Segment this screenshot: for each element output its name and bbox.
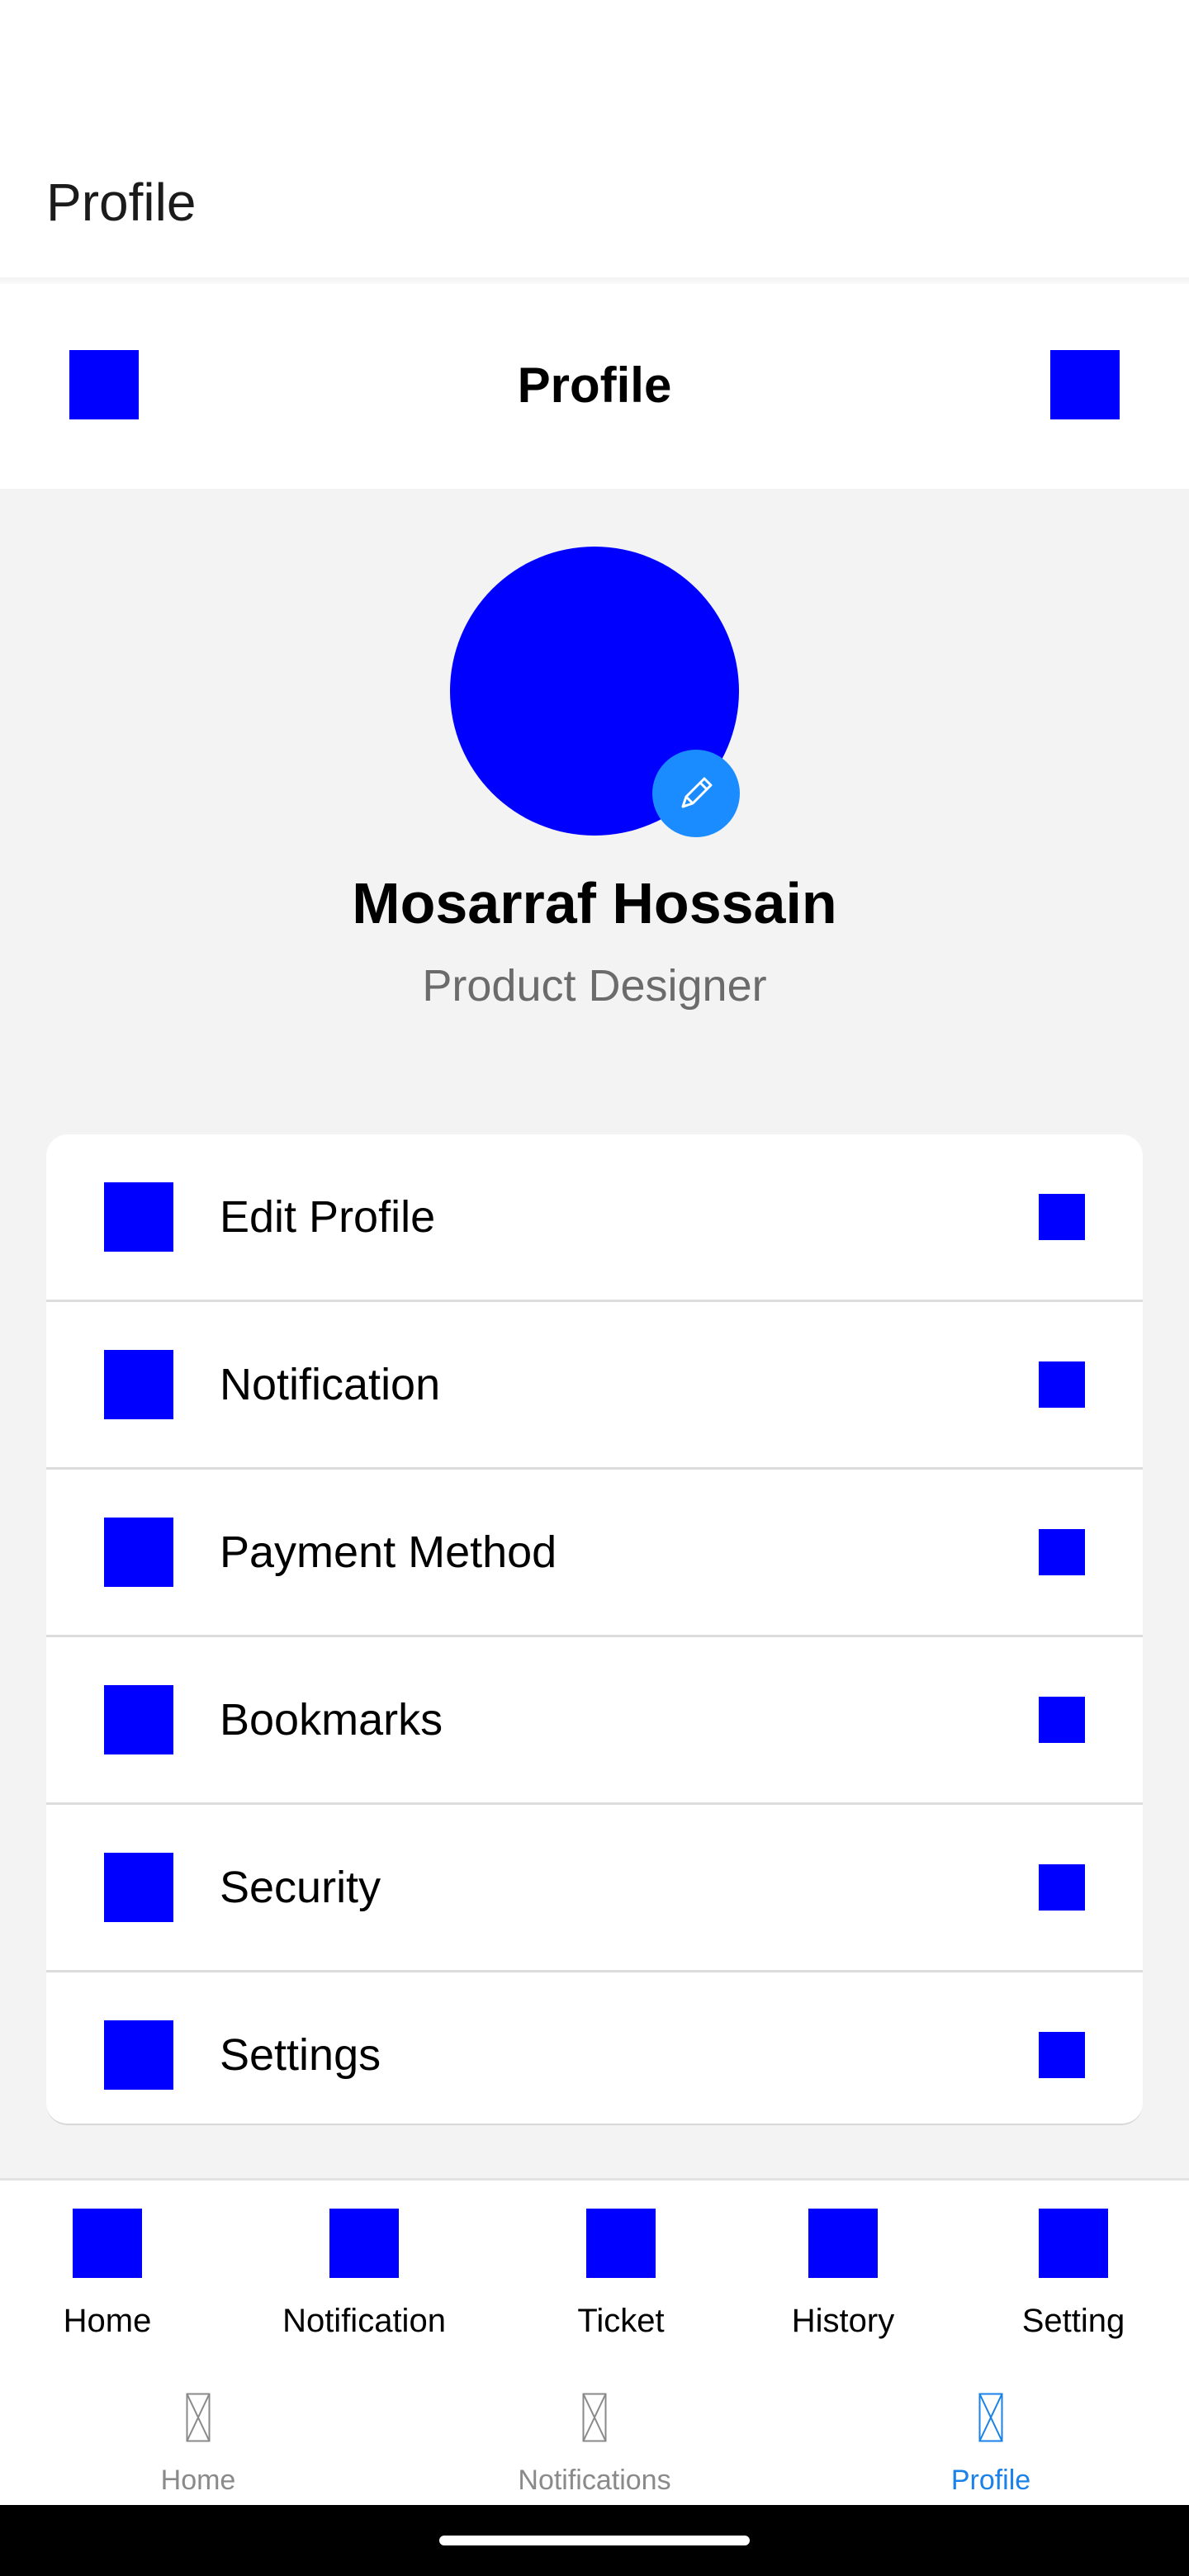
bottom-navigation: Home Notifications Profile: [0, 2366, 1189, 2505]
nav-home[interactable]: Home: [0, 2366, 396, 2505]
home-indicator[interactable]: [439, 2536, 750, 2545]
tab-label: Setting: [1021, 2303, 1125, 2339]
chevron-right-icon: [1039, 1361, 1085, 1408]
tab-notification[interactable]: Notification: [273, 2209, 455, 2357]
profile-name: Mosarraf Hossain: [352, 871, 837, 935]
bell-icon: [329, 2209, 399, 2278]
profile-menu: Edit Profile Notification Payment Method…: [46, 1134, 1143, 2125]
ticket-icon: [586, 2209, 656, 2278]
nav-label: Profile: [950, 2465, 1031, 2496]
app-bar-divider: [0, 277, 1189, 284]
profile-header: Profile: [0, 284, 1189, 489]
card-icon: [104, 1518, 173, 1587]
nav-profile[interactable]: Profile: [793, 2366, 1189, 2505]
tab-label: Home: [63, 2303, 152, 2339]
tab-setting[interactable]: Setting: [983, 2209, 1164, 2357]
menu-item-label: Security: [220, 1863, 381, 1912]
menu-item-label: Edit Profile: [220, 1192, 436, 1242]
menu-item-label: Bookmarks: [220, 1695, 443, 1745]
edit-avatar-button[interactable]: [652, 750, 740, 837]
tab-history[interactable]: History: [752, 2209, 934, 2357]
bottom-tab-bar: Home Notification Ticket History Setting: [0, 2178, 1189, 2369]
tab-home[interactable]: Home: [17, 2209, 198, 2357]
app-bar-title: Profile: [46, 173, 197, 232]
tab-label: Notification: [282, 2303, 446, 2339]
home-icon: [186, 2393, 211, 2442]
menu-item-label: Settings: [220, 2030, 381, 2080]
pencil-icon: [681, 777, 713, 808]
menu-item-label: Payment Method: [220, 1527, 557, 1577]
bell-icon: [104, 1350, 173, 1419]
nav-label: Notifications: [518, 2465, 671, 2496]
tab-ticket[interactable]: Ticket: [530, 2209, 712, 2357]
history-icon: [808, 2209, 878, 2278]
tab-label: Ticket: [577, 2303, 665, 2339]
bookmark-icon: [104, 1685, 173, 1754]
chevron-right-icon: [1039, 2032, 1085, 2078]
menu-item-notification[interactable]: Notification: [46, 1302, 1143, 1470]
bell-icon: [582, 2393, 607, 2442]
profile-content: Mosarraf Hossain Product Designer Edit P…: [0, 489, 1189, 2178]
user-icon: [104, 1182, 173, 1252]
menu-item-bookmarks[interactable]: Bookmarks: [46, 1637, 1143, 1805]
tab-label: History: [791, 2303, 895, 2339]
person-icon: [978, 2393, 1003, 2442]
gear-icon: [1039, 2209, 1108, 2278]
home-icon: [73, 2209, 142, 2278]
chevron-right-icon: [1039, 1529, 1085, 1575]
shield-icon: [104, 1853, 173, 1922]
nav-notifications[interactable]: Notifications: [396, 2366, 793, 2505]
nav-label: Home: [160, 2465, 236, 2496]
system-navigation-bar: [0, 2505, 1189, 2576]
app-bar: Profile: [0, 0, 1189, 281]
menu-item-security[interactable]: Security: [46, 1805, 1143, 1972]
menu-item-edit-profile[interactable]: Edit Profile: [46, 1134, 1143, 1302]
chevron-right-icon: [1039, 1697, 1085, 1743]
gear-icon: [104, 2020, 173, 2090]
menu-item-settings[interactable]: Settings: [46, 1972, 1143, 2124]
menu-item-label: Notification: [220, 1360, 441, 1409]
profile-role: Product Designer: [422, 961, 767, 1011]
menu-item-payment-method[interactable]: Payment Method: [46, 1470, 1143, 1637]
more-icon[interactable]: [1050, 350, 1120, 419]
chevron-right-icon: [1039, 1194, 1085, 1240]
page-title: Profile: [517, 358, 672, 413]
chevron-right-icon: [1039, 1864, 1085, 1911]
